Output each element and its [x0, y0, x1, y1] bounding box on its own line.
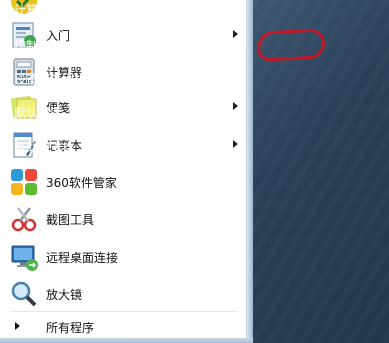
link-devices-and-printers[interactable]: 设备和打印机	[14, 70, 86, 87]
program-label: 远程桌面连接	[46, 251, 119, 265]
program-item-remote-desktop[interactable]: 远程桌面连接	[0, 240, 247, 274]
bottom-edge	[0, 338, 253, 343]
highlight-circle	[256, 28, 326, 62]
program-label: 360软件管家	[46, 176, 117, 190]
link-computer[interactable]: 计算机	[14, 1, 50, 18]
all-programs-button[interactable]: 所有程序	[0, 313, 247, 339]
expand-arrow-icon	[15, 322, 20, 330]
magnifier-icon	[11, 281, 37, 307]
program-label: 放大镜	[46, 288, 83, 302]
program-item-snipping-tool[interactable]: 截图工具	[0, 202, 247, 236]
360-software-manager-icon	[11, 169, 37, 195]
all-programs-label: 所有程序	[46, 321, 95, 335]
submenu-arrow-icon[interactable]	[233, 140, 238, 148]
snipping-tool-icon	[11, 207, 37, 232]
remote-desktop-icon	[11, 245, 38, 271]
submenu-arrow-icon[interactable]	[233, 30, 238, 38]
divider	[10, 311, 238, 312]
submenu-arrow-icon[interactable]	[233, 102, 238, 110]
link-default-programs[interactable]: 默认程序	[14, 104, 62, 121]
start-menu: 入门 计算器 便笺 记事本 360软件管家 截图工具 远程桌面连接 放大镜 所有…	[0, 0, 389, 343]
link-help-and-support[interactable]: 帮助和支持	[14, 139, 74, 156]
link-control-panel[interactable]: 控制面板	[14, 37, 62, 54]
program-label: 截图工具	[46, 213, 95, 227]
program-item-magnifier[interactable]: 放大镜	[0, 277, 247, 311]
program-item-360-software-manager[interactable]: 360软件管家	[0, 165, 247, 199]
